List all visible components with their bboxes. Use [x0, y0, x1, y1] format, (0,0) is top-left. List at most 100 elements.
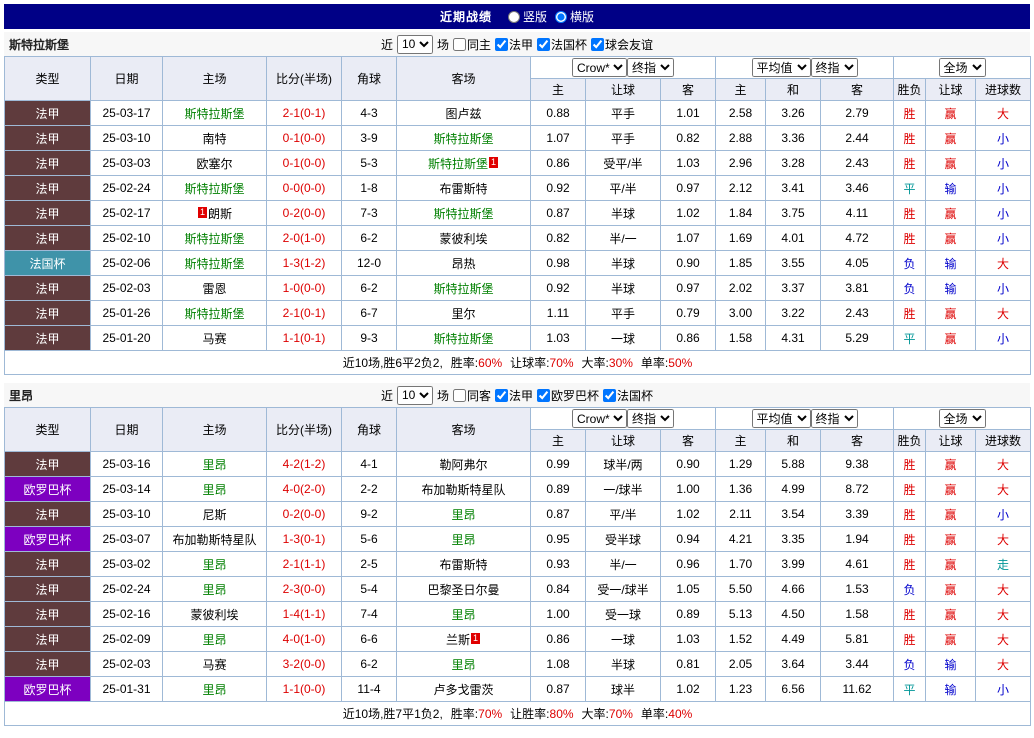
period-select[interactable]: 全场 — [938, 409, 986, 428]
team-link[interactable]: 布加勒斯特星队 — [421, 483, 505, 497]
team-link[interactable]: 图卢兹 — [445, 107, 481, 121]
league-checkbox[interactable]: 法甲 — [495, 387, 533, 404]
team-link[interactable]: 马赛 — [202, 658, 226, 672]
odds-group-header: 平均值 终指 — [714, 56, 895, 79]
odds-source-select[interactable]: 终指 — [810, 409, 858, 428]
match-count-select[interactable]: 10 — [396, 34, 433, 54]
corners-cell: 5-6 — [341, 526, 397, 552]
team-link[interactable]: 勒阿弗尔 — [439, 458, 487, 472]
league-checkbox[interactable]: 欧罗巴杯 — [537, 387, 599, 404]
asian-away-odds: 0.97 — [660, 275, 716, 301]
same-venue-checkbox[interactable]: 同客 — [452, 387, 491, 404]
euro-home-odds: 1.85 — [715, 250, 766, 276]
league-checkbox[interactable]: 法国杯 — [603, 387, 653, 404]
horizontal-layout-radio[interactable] — [555, 10, 567, 23]
euro-draw-odds: 3.55 — [765, 250, 821, 276]
team-link[interactable]: 里昂 — [202, 458, 226, 472]
team-link[interactable]: 斯特拉斯堡 — [184, 107, 244, 121]
team-link[interactable]: 尼斯 — [202, 508, 226, 522]
team-link[interactable]: 布雷斯特 — [439, 182, 487, 196]
league-checkbox-input[interactable] — [591, 37, 605, 51]
score-cell: 0-1(0-0) — [266, 125, 342, 151]
team-link[interactable]: 里昂 — [202, 683, 226, 697]
odds-source-select[interactable]: Crow* — [572, 409, 627, 428]
team-link[interactable]: 蒙彼利埃 — [190, 608, 238, 622]
corners-cell: 4-3 — [341, 100, 397, 126]
column-header: 客 — [819, 429, 895, 452]
team-link[interactable]: 昂热 — [451, 257, 475, 271]
league-checkbox[interactable]: 球会友谊 — [591, 36, 653, 53]
same-venue-checkbox-input[interactable] — [452, 388, 466, 402]
same-venue-checkbox[interactable]: 同主 — [452, 36, 491, 53]
team-link[interactable]: 雷恩 — [202, 282, 226, 296]
team-link[interactable]: 里昂 — [451, 508, 475, 522]
asian-home-odds: 0.86 — [530, 626, 586, 652]
summary-stat: 单率:40% — [641, 707, 692, 721]
euro-draw-odds: 4.49 — [765, 626, 821, 652]
league-checkbox-input[interactable] — [537, 388, 551, 402]
euro-home-odds: 3.00 — [715, 300, 766, 326]
team-link[interactable]: 布雷斯特 — [439, 558, 487, 572]
team-link[interactable]: 斯特拉斯堡 — [428, 157, 488, 171]
team-link[interactable]: 里昂 — [202, 558, 226, 572]
euro-away-odds: 4.61 — [819, 551, 895, 577]
team-link[interactable]: 里昂 — [451, 533, 475, 547]
team-link[interactable]: 里昂 — [451, 608, 475, 622]
team-link[interactable]: 蒙彼利埃 — [439, 232, 487, 246]
team-link[interactable]: 里昂 — [202, 483, 226, 497]
team-link[interactable]: 斯特拉斯堡 — [433, 132, 493, 146]
same-venue-checkbox-input[interactable] — [452, 37, 466, 51]
odds-source-select[interactable]: 平均值 — [751, 58, 811, 77]
odds-source-select[interactable]: 终指 — [627, 58, 674, 77]
league-checkbox[interactable]: 法甲 — [495, 36, 533, 53]
odds-source-select[interactable]: 终指 — [810, 58, 858, 77]
team-link[interactable]: 巴黎圣日尔曼 — [427, 583, 499, 597]
team-link[interactable]: 南特 — [202, 132, 226, 146]
team-link[interactable]: 里昂 — [202, 583, 226, 597]
column-header: 主场 — [162, 56, 267, 101]
team-link[interactable]: 斯特拉斯堡 — [184, 232, 244, 246]
team-link[interactable]: 斯特拉斯堡 — [184, 257, 244, 271]
team-link[interactable]: 布加勒斯特星队 — [172, 533, 256, 547]
team-link[interactable]: 斯特拉斯堡 — [433, 207, 493, 221]
layout-radio-vertical[interactable]: 竖版 — [507, 8, 547, 25]
goals-result-cell: 走 — [975, 551, 1032, 577]
team-link[interactable]: 斯特拉斯堡 — [433, 332, 493, 346]
result-cell: 负 — [893, 275, 927, 301]
team-link[interactable]: 里昂 — [451, 658, 475, 672]
euro-home-odds: 1.69 — [715, 225, 766, 251]
team-link[interactable]: 兰斯 — [446, 633, 470, 647]
team-link[interactable]: 斯特拉斯堡 — [184, 182, 244, 196]
goals-result-cell: 大 — [975, 651, 1032, 677]
match-row: 法甲 25-02-09 里昂 4-0(1-0) 6-6 兰斯 1 0.86 一球 1.03 1.52… — [4, 626, 1032, 652]
league-checkbox-input[interactable] — [537, 37, 551, 51]
layout-radio-horizontal[interactable]: 横版 — [555, 8, 594, 25]
odds-source-select[interactable]: 平均值 — [751, 409, 811, 428]
league-type: 法甲 — [4, 651, 91, 677]
league-checkbox-input[interactable] — [495, 37, 508, 51]
team-link[interactable]: 卢多戈雷茨 — [433, 683, 493, 697]
handicap-result-cell: 赢 — [925, 451, 977, 477]
team-link[interactable]: 欧塞尔 — [196, 157, 232, 171]
odds-source-select[interactable]: Crow* — [572, 58, 627, 77]
league-checkbox-input[interactable] — [495, 388, 508, 402]
league-checkbox-input[interactable] — [603, 388, 617, 402]
team-link[interactable]: 里昂 — [202, 633, 226, 647]
league-checkbox[interactable]: 法国杯 — [537, 36, 587, 53]
match-count-select[interactable]: 10 — [396, 385, 433, 405]
team-link[interactable]: 朗斯 — [208, 207, 232, 221]
league-type: 法甲 — [4, 100, 91, 126]
team-link[interactable]: 马赛 — [202, 332, 226, 346]
euro-home-odds: 2.88 — [715, 125, 766, 151]
team-link[interactable]: 斯特拉斯堡 — [184, 307, 244, 321]
match-row: 法甲 25-02-17 1 朗斯 0-2(0-0) 7-3 斯特拉斯堡 0.87 半球 1.02 1… — [4, 200, 1032, 226]
team-link[interactable]: 斯特拉斯堡 — [433, 282, 493, 296]
away-team-cell: 兰斯 1 — [396, 626, 531, 652]
vertical-layout-radio[interactable] — [507, 10, 520, 23]
team-link[interactable]: 里尔 — [451, 307, 475, 321]
odds-source-select[interactable]: 终指 — [627, 409, 674, 428]
column-header: 日期 — [90, 407, 163, 452]
column-header: 比分(半场) — [266, 407, 342, 452]
goals-result-cell: 小 — [975, 275, 1032, 301]
period-select[interactable]: 全场 — [938, 58, 986, 77]
